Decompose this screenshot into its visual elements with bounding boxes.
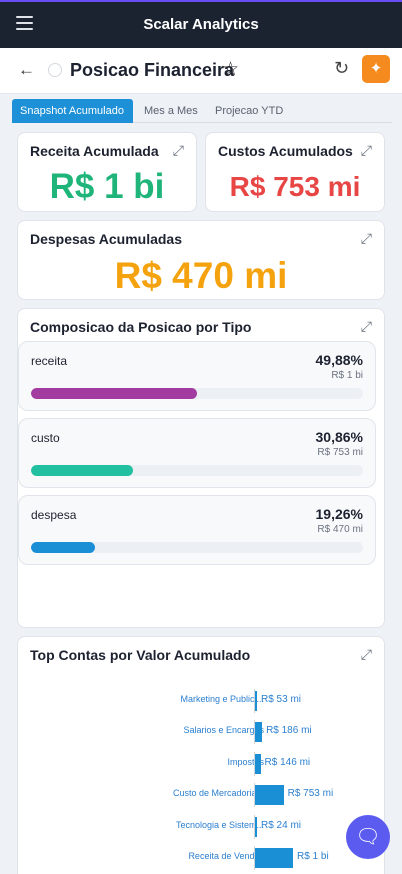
tab-projecao-ytd[interactable]: Projecao YTD <box>207 99 291 123</box>
bar-value-label: R$ 53 mi <box>261 694 302 705</box>
app-title: Scalar Analytics <box>143 16 259 33</box>
progress-track <box>31 465 363 476</box>
bar-row: Impostos R$ 146 mi <box>18 751 384 776</box>
bar-value-label: R$ 24 mi <box>261 819 302 831</box>
expand-icon[interactable]: ⤢ <box>361 318 372 335</box>
composition-item-name: despesa <box>31 508 77 522</box>
kpi-title: Despesas Acumuladas <box>30 231 182 247</box>
bar-category-label: Custo de Mercadoria... <box>172 788 264 799</box>
view-tabs: Snapshot Acumulado Mes a Mes Projecao YT… <box>12 99 392 123</box>
composition-item-despesa: despesa 19,26% R$ 470 mi <box>18 495 376 565</box>
bar-category-label: Marketing e Publici... <box>180 694 264 704</box>
bar-category-label: Salarios e Encargos <box>183 725 264 736</box>
bar[interactable] <box>255 816 257 837</box>
status-dot-icon <box>48 63 62 77</box>
bar-row: Marketing e Publici... R$ 53 mi <box>18 689 384 713</box>
favorite-star-icon[interactable]: ☆ <box>222 58 239 81</box>
progress-fill <box>31 388 197 399</box>
page-title: Posicao Financeira <box>70 60 235 80</box>
bar-value-label: R$ 186 mi <box>266 725 312 737</box>
bar-row: Tecnologia e Sistem... R$ 24 mi <box>18 814 384 839</box>
kpi-value: R$ 1 bi <box>49 167 165 206</box>
bar-row: Salarios e Encargos R$ 186 mi <box>18 720 384 745</box>
composition-title: Composicao da Posicao por Tipo <box>30 319 252 335</box>
expand-icon[interactable]: ⤢ <box>173 142 184 159</box>
top-contas-title: Top Contas por Valor Acumulado <box>30 647 251 663</box>
bar[interactable] <box>255 722 263 743</box>
chat-fab-button[interactable]: 🗨 <box>346 815 390 859</box>
kpi-title: Custos Acumulados <box>218 143 353 159</box>
composition-item-name: custo <box>31 431 60 445</box>
bar-value-label: R$ 146 mi <box>264 756 311 768</box>
composition-item-amount: R$ 1 bi <box>331 370 363 381</box>
composition-item-amount: R$ 753 mi <box>317 447 363 458</box>
top-contas-card: Top Contas por Valor Acumulado ⤢ Marketi… <box>17 636 385 874</box>
composition-item-receita: receita 49,88% R$ 1 bi <box>18 341 376 411</box>
expand-icon[interactable]: ⤢ <box>361 230 372 247</box>
kpi-value: R$ 753 mi <box>229 171 361 202</box>
bar-row: Custo de Mercadoria... R$ 753 mi <box>18 783 384 808</box>
kpi-value: R$ 470 mi <box>114 255 288 296</box>
composition-item-percent: 49,88% <box>315 352 363 368</box>
bar[interactable] <box>255 691 257 711</box>
ai-sparkle-button[interactable]: ✦ <box>362 55 390 83</box>
bar-category-label: Tecnologia e Sistem... <box>175 819 264 830</box>
kpi-card-custos: Custos Acumulados ⤢ R$ 753 mi <box>205 132 385 212</box>
kpi-card-receita: Receita Acumulada ⤢ R$ 1 bi <box>17 132 197 212</box>
progress-fill <box>31 542 95 553</box>
progress-fill <box>31 465 134 476</box>
back-arrow-icon[interactable]: ← <box>18 60 35 80</box>
composition-item-name: receita <box>31 354 68 368</box>
kpi-card-despesas: Despesas Acumuladas ⤢ R$ 470 mi <box>17 220 385 300</box>
tab-mes-a-mes[interactable]: Mes a Mes <box>136 99 206 123</box>
page-header: ← Posicao Financeira ☆ ↻ ✦ <box>0 48 402 94</box>
bar[interactable] <box>255 848 293 868</box>
expand-icon[interactable]: ⤢ <box>361 646 372 663</box>
bar-value-label: R$ 753 mi <box>287 788 334 800</box>
composition-item-custo: custo 30,86% R$ 753 mi <box>18 418 376 488</box>
bar[interactable] <box>255 785 284 806</box>
refresh-icon[interactable]: ↻ <box>334 58 349 79</box>
expand-icon[interactable]: ⤢ <box>361 142 372 159</box>
bar[interactable] <box>255 753 261 774</box>
app-topbar: Scalar Analytics <box>0 0 402 48</box>
bar-category-label: Receita de Vendas <box>188 851 264 861</box>
kpi-title: Receita Acumulada <box>30 143 159 159</box>
bar-row: Receita de Vendas R$ 1 bi <box>18 846 384 870</box>
tab-snapshot-acumulado[interactable]: Snapshot Acumulado <box>12 99 133 123</box>
top-contas-bar-chart: Marketing e Publici... R$ 53 mi Salarios e… <box>18 689 384 874</box>
composition-item-percent: 19,26% <box>315 506 363 522</box>
progress-track <box>31 542 363 553</box>
progress-track <box>31 388 363 399</box>
bar-value-label: R$ 1 bi <box>297 851 329 862</box>
composition-item-percent: 30,86% <box>315 429 363 445</box>
composition-item-amount: R$ 470 mi <box>317 524 363 535</box>
